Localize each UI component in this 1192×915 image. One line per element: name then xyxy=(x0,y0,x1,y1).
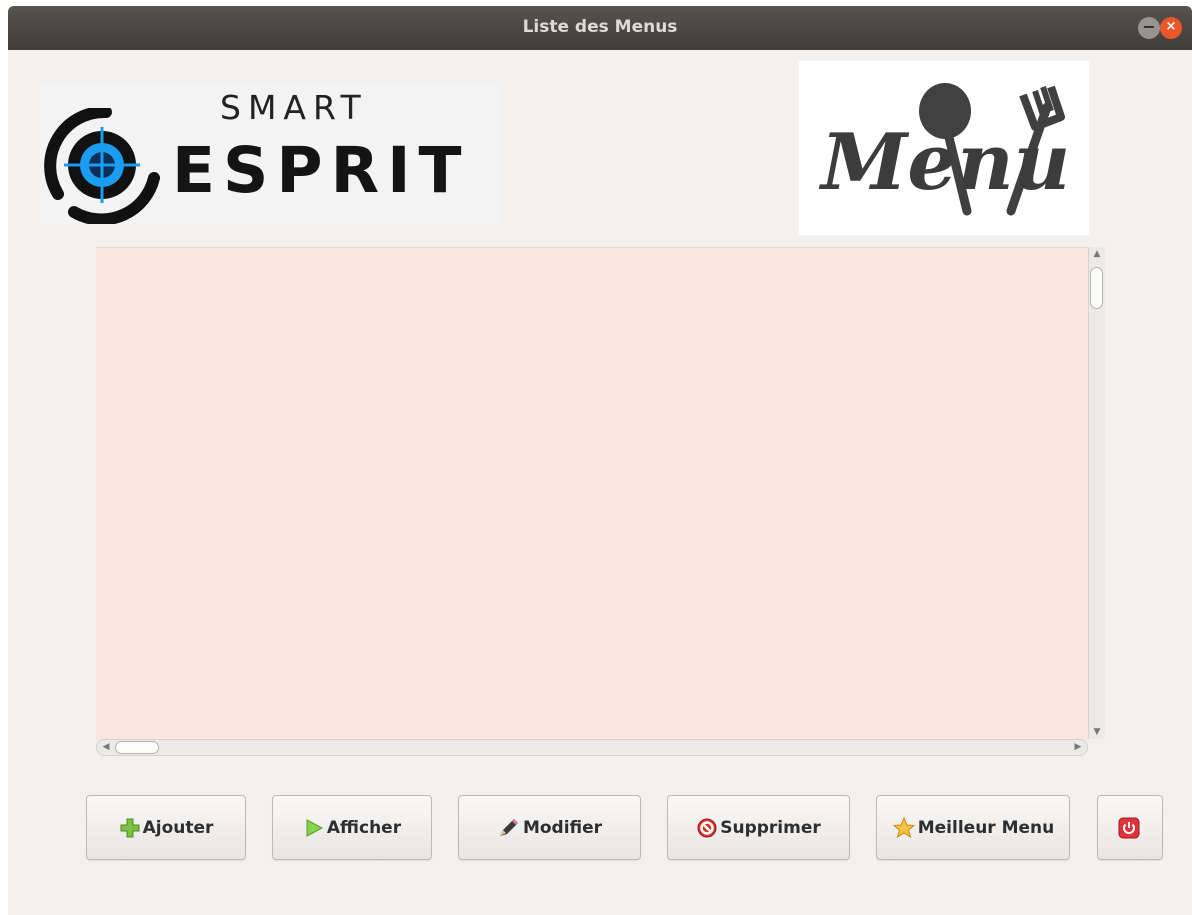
green-plus-icon xyxy=(119,817,141,839)
application-window: Liste des Menus − × SMART ESPRIT Menu ▲ … xyxy=(8,6,1192,915)
minimize-button[interactable]: − xyxy=(1138,17,1160,39)
svg-text:Menu: Menu xyxy=(818,117,1070,208)
menu-table[interactable] xyxy=(96,247,1088,740)
delete-button-label: Supprimer xyxy=(720,817,821,838)
best-menu-button[interactable]: Meilleur Menu xyxy=(876,795,1070,860)
window-title: Liste des Menus xyxy=(522,17,678,37)
show-button-label: Afficher xyxy=(326,817,402,838)
vertical-scrollbar[interactable]: ▲ ▼ xyxy=(1088,247,1105,739)
horizontal-scrollbar[interactable]: ◀ ▶ xyxy=(96,739,1088,756)
smart-esprit-logo: SMART ESPRIT xyxy=(40,84,500,224)
edit-button[interactable]: Modifier xyxy=(458,795,641,860)
delete-button[interactable]: Supprimer xyxy=(667,795,850,860)
close-button[interactable]: × xyxy=(1160,17,1182,39)
add-button-label: Ajouter xyxy=(142,817,214,838)
edit-button-label: Modifier xyxy=(522,817,603,838)
scroll-down-icon[interactable]: ▼ xyxy=(1089,725,1105,739)
logo-smart-text: SMART xyxy=(220,88,368,127)
add-button[interactable]: Ajouter xyxy=(86,795,246,860)
pencil-icon xyxy=(497,817,521,839)
green-play-icon xyxy=(303,817,325,839)
vertical-scroll-thumb[interactable] xyxy=(1090,267,1103,309)
menu-logo-image: Menu xyxy=(818,83,1070,216)
menu-logo: Menu xyxy=(799,61,1089,235)
target-icon xyxy=(44,108,160,224)
best-menu-button-label: Meilleur Menu xyxy=(917,817,1055,838)
scroll-left-icon[interactable]: ◀ xyxy=(99,740,113,755)
exit-button[interactable] xyxy=(1097,795,1163,860)
logo-esprit-text: ESPRIT xyxy=(172,134,470,207)
power-icon xyxy=(1118,817,1140,839)
gold-star-icon xyxy=(892,816,916,840)
title-bar[interactable]: Liste des Menus − × xyxy=(8,6,1192,50)
show-button[interactable]: Afficher xyxy=(272,795,432,860)
scroll-right-icon[interactable]: ▶ xyxy=(1071,740,1085,755)
scroll-up-icon[interactable]: ▲ xyxy=(1089,247,1105,261)
red-stop-icon xyxy=(696,817,718,839)
horizontal-scroll-thumb[interactable] xyxy=(115,741,159,754)
